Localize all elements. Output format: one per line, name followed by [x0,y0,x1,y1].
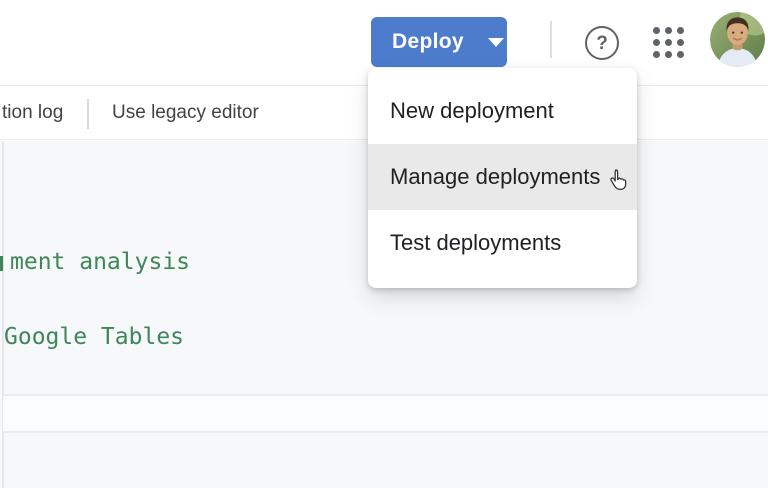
pointing-hand-cursor-icon [610,169,627,191]
execution-log-button[interactable]: tion log [2,87,63,139]
panel-border-line [2,141,4,488]
grid-dot-icon [677,51,684,58]
row-divider-line [3,394,768,396]
deploy-button-label: Deploy [392,30,464,53]
grid-dot-icon [677,27,684,34]
menu-item-label: Manage deployments [390,164,601,189]
google-apps-grid-button[interactable] [653,27,685,59]
use-legacy-editor-label: Use legacy editor [112,102,259,123]
code-comment-line[interactable]: ment analysis [10,249,190,276]
use-legacy-editor-button[interactable]: Use legacy editor [112,87,259,139]
deploy-button[interactable]: Deploy [371,17,507,67]
menu-item-new-deployment[interactable]: New deployment [368,78,637,144]
help-button[interactable]: ? [585,26,619,60]
menu-item-manage-deployments[interactable]: Manage deployments [368,144,637,210]
grid-dot-icon [653,27,660,34]
grid-dot-icon [653,39,660,46]
row-divider-line [3,431,768,433]
grid-dot-icon [677,39,684,46]
menu-item-label: New deployment [390,98,554,123]
apps-script-editor-screenshot: Deploy ? tion log Use legacy editor ment… [0,0,768,488]
grid-dot-icon [665,27,672,34]
caret-down-icon [487,37,504,47]
clipped-character [0,256,3,271]
execution-log-label: tion log [2,102,64,123]
menu-item-test-deployments[interactable]: Test deployments [368,210,637,276]
menu-item-label: Test deployments [390,230,562,255]
toolbar-divider [87,99,89,129]
grid-dot-icon [653,51,660,58]
header-divider [550,21,552,58]
code-row-band [3,395,768,431]
user-avatar[interactable] [710,12,765,67]
avatar-photo-icon [710,12,765,67]
grid-dot-icon [665,39,672,46]
deploy-dropdown-menu: New deployment Manage deployments Test d… [368,68,637,288]
code-comment-line[interactable]: Google Tables [4,324,184,351]
grid-dot-icon [665,51,672,58]
question-mark-icon: ? [596,32,608,54]
